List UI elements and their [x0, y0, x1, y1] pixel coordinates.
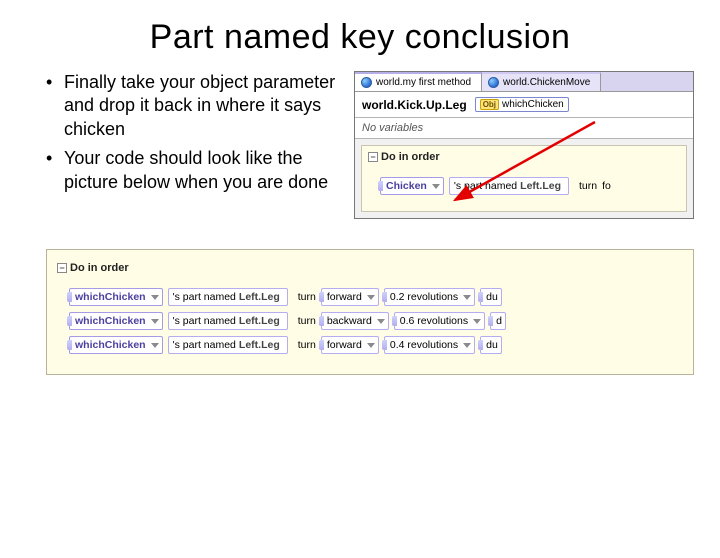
obj-badge-icon: Obj [480, 99, 499, 110]
more-chip[interactable]: d [490, 312, 506, 330]
code-statement[interactable]: whichChicken 's part named Left.Leg turn… [69, 336, 683, 354]
no-variables-label: No variables [355, 118, 693, 139]
part-name: Left.Leg [239, 291, 280, 303]
more-chip[interactable]: du [480, 336, 502, 354]
alice-editor-top: world.my first method world.ChickenMove … [354, 71, 694, 219]
subject-text: Chicken [386, 180, 427, 192]
chevron-down-icon [367, 343, 375, 348]
world-icon [361, 77, 372, 88]
direction-chip[interactable]: forward [321, 336, 379, 354]
bullet-column: Finally take your object parameter and d… [46, 71, 336, 219]
part-name: Left.Leg [239, 339, 280, 351]
action-word: turn [298, 315, 316, 327]
subject-text: whichChicken [75, 315, 146, 327]
direction-text: forward [327, 339, 362, 351]
subject-chip[interactable]: Chicken [380, 177, 444, 195]
subject-text: whichChicken [75, 339, 146, 351]
chevron-down-icon [367, 295, 375, 300]
amount-text: 0.4 revolutions [390, 339, 458, 351]
chevron-down-icon [377, 319, 385, 324]
part-named-chip[interactable]: 's part named Left.Leg [168, 288, 288, 306]
tab-label: world.my first method [376, 77, 471, 88]
param-chip[interactable]: Obj whichChicken [475, 97, 569, 112]
amount-chip[interactable]: 0.4 revolutions [384, 336, 475, 354]
direction-word: fo [602, 180, 611, 192]
bullet-item: Finally take your object parameter and d… [46, 71, 336, 141]
do-in-order-label: Do in order [70, 262, 129, 274]
tab-label: world.ChickenMove [503, 77, 590, 88]
method-name: world.Kick.Up.Leg [362, 98, 467, 112]
amount-text: 0.6 revolutions [400, 315, 468, 327]
part-prefix: 's part named [454, 180, 517, 192]
code-statement[interactable]: Chicken 's part named Left.Leg turn fo [380, 177, 680, 195]
code-statement[interactable]: whichChicken 's part named Left.Leg turn… [69, 288, 683, 306]
direction-text: backward [327, 315, 372, 327]
part-named-chip[interactable]: 's part named Left.Leg [168, 336, 288, 354]
tab-my-first-method[interactable]: world.my first method [355, 72, 482, 91]
chevron-down-icon [463, 343, 471, 348]
slide-title: Part named key conclusion [0, 18, 720, 57]
direction-text: forward [327, 291, 362, 303]
subject-text: whichChicken [75, 291, 146, 303]
part-prefix: 's part named [173, 315, 236, 327]
more-text: du [486, 339, 498, 351]
amount-chip[interactable]: 0.2 revolutions [384, 288, 475, 306]
do-in-order-header[interactable]: − Do in order [368, 151, 440, 163]
part-prefix: 's part named [173, 291, 236, 303]
amount-chip[interactable]: 0.6 revolutions [394, 312, 485, 330]
subject-chip[interactable]: whichChicken [69, 288, 163, 306]
part-name: Left.Leg [239, 315, 280, 327]
subject-chip[interactable]: whichChicken [69, 312, 163, 330]
amount-text: 0.2 revolutions [390, 291, 458, 303]
direction-chip[interactable]: forward [321, 288, 379, 306]
more-text: d [496, 315, 502, 327]
collapse-icon[interactable]: − [368, 152, 378, 162]
chevron-down-icon [151, 319, 159, 324]
part-prefix: 's part named [173, 339, 236, 351]
direction-chip[interactable]: backward [321, 312, 389, 330]
chevron-down-icon [432, 184, 440, 189]
action-word: turn [298, 339, 316, 351]
param-name: whichChicken [502, 99, 564, 110]
code-block: − Do in order Chicken 's part named Left… [361, 145, 687, 212]
tab-chicken-move[interactable]: world.ChickenMove [482, 72, 601, 91]
part-name: Left.Leg [520, 180, 561, 192]
more-chip[interactable]: du [480, 288, 502, 306]
chevron-down-icon [151, 343, 159, 348]
action-word: turn [579, 180, 597, 192]
world-icon [488, 77, 499, 88]
method-header: world.Kick.Up.Leg Obj whichChicken [355, 92, 693, 118]
part-named-chip[interactable]: 's part named Left.Leg [168, 312, 288, 330]
bullet-item: Your code should look like the picture b… [46, 147, 336, 194]
tab-bar: world.my first method world.ChickenMove [355, 72, 693, 92]
do-in-order-label: Do in order [381, 151, 440, 163]
chevron-down-icon [473, 319, 481, 324]
do-in-order-header[interactable]: − Do in order [57, 262, 129, 274]
part-named-chip[interactable]: 's part named Left.Leg [449, 177, 569, 195]
action-word: turn [298, 291, 316, 303]
subject-chip[interactable]: whichChicken [69, 336, 163, 354]
more-text: du [486, 291, 498, 303]
code-statement[interactable]: whichChicken 's part named Left.Leg turn… [69, 312, 683, 330]
collapse-icon[interactable]: − [57, 263, 67, 273]
code-block-result: − Do in order whichChicken 's part named… [46, 249, 694, 375]
chevron-down-icon [151, 295, 159, 300]
chevron-down-icon [463, 295, 471, 300]
